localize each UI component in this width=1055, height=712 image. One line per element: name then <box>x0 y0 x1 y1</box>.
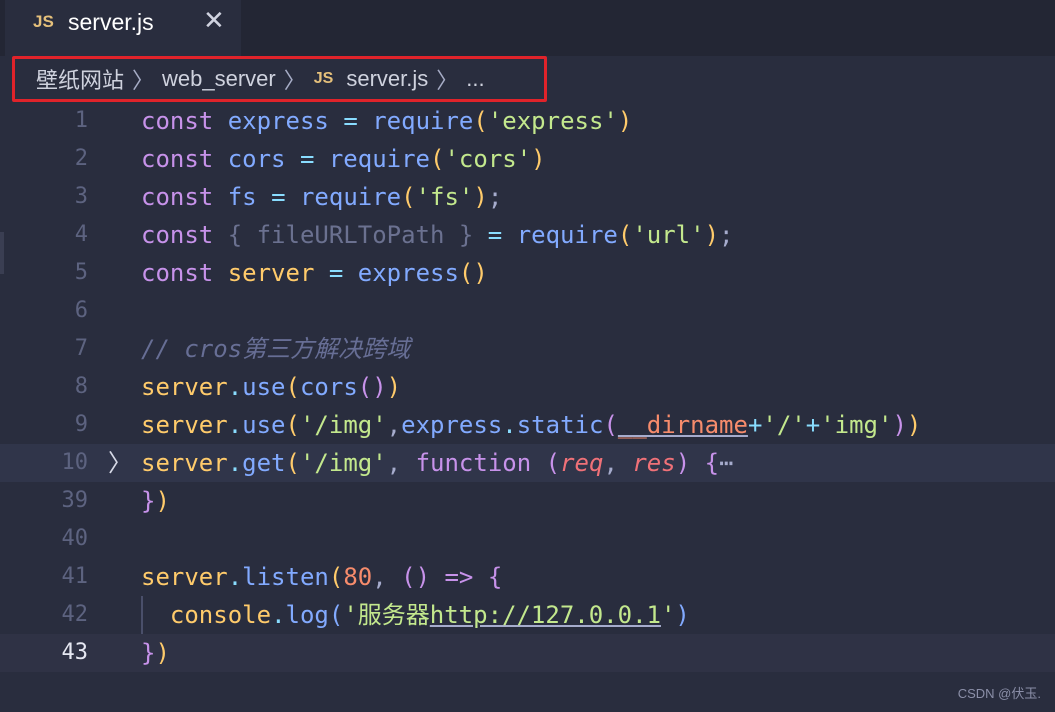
code-line[interactable]: 40 <box>0 520 1055 558</box>
line-number: 6 <box>74 298 88 323</box>
line-number: 39 <box>61 488 89 513</box>
code-line[interactable]: 1 const express = require('express') <box>0 102 1055 140</box>
code-text: }) <box>141 487 170 515</box>
breadcrumb-item-folder[interactable]: 壁纸网站 <box>36 63 124 95</box>
code-line[interactable]: 41 server.listen(80, () => { <box>0 558 1055 596</box>
code-line[interactable]: 6 <box>0 292 1055 330</box>
close-icon[interactable]: ✕ <box>203 6 225 36</box>
line-number: 43 <box>61 640 89 665</box>
tab-label: server.js <box>68 9 154 35</box>
code-line[interactable]: 3 const fs = require('fs'); <box>0 178 1055 216</box>
code-text: const express = require('express') <box>141 107 633 135</box>
line-number: 7 <box>74 336 88 361</box>
line-number: 3 <box>74 184 88 209</box>
code-line[interactable]: 8 server.use(cors()) <box>0 368 1055 406</box>
chevron-right-icon: 〉 <box>283 68 306 93</box>
code-text: const fs = require('fs'); <box>141 183 503 211</box>
chevron-right-icon: 〉 <box>132 68 155 93</box>
code-text: server.use(cors()) <box>141 373 402 401</box>
code-text: const cors = require('cors') <box>141 145 546 173</box>
breadcrumb-item-web-server[interactable]: web_server <box>162 66 276 92</box>
line-number: 40 <box>61 526 89 551</box>
line-number: 42 <box>61 602 89 627</box>
breadcrumb-item-file[interactable]: server.js <box>346 66 428 92</box>
line-number: 41 <box>61 564 89 589</box>
code-text: const { fileURLToPath } = require('url')… <box>141 221 734 249</box>
code-line-current[interactable]: 43}) <box>0 634 1055 672</box>
tab-bar: JS server.js ✕ <box>0 0 1055 56</box>
line-number: 10 <box>61 450 89 475</box>
code-text: console.log('服务器http://127.0.0.1') <box>169 601 690 629</box>
code-line[interactable]: 42 console.log('服务器http://127.0.0.1') <box>0 596 1055 634</box>
line-number: 2 <box>74 146 88 171</box>
code-text: const server = express() <box>141 259 488 287</box>
code-text: server.listen(80, () => { <box>141 563 503 591</box>
code-comment: // cros第三方解决跨域 <box>141 335 411 363</box>
chevron-right-icon[interactable]: 〉 <box>108 444 132 482</box>
js-file-icon: JS <box>313 70 334 87</box>
code-line[interactable]: 4 const { fileURLToPath } = require('url'… <box>0 216 1055 254</box>
code-line[interactable]: 5 const server = express() <box>0 254 1055 292</box>
breadcrumb-item-symbols[interactable]: ... <box>466 66 484 92</box>
watermark: CSDN @伏玉. <box>957 686 1041 701</box>
code-text: server.get('/img', function (req, res) {… <box>141 449 734 477</box>
code-text: }) <box>141 639 170 667</box>
code-line[interactable]: 2 const cors = require('cors') <box>0 140 1055 178</box>
breadcrumb: 壁纸网站 〉 web_server 〉 JS server.js 〉 ... <box>36 62 485 96</box>
tab-server-js[interactable]: JS server.js ✕ <box>5 0 241 56</box>
line-number: 1 <box>74 108 88 133</box>
line-number: 5 <box>74 260 88 285</box>
chevron-right-icon: 〉 <box>436 68 459 93</box>
code-line-folded[interactable]: 10 〉 server.get('/img', function (req, res… <box>0 444 1055 482</box>
line-number: 8 <box>74 374 88 399</box>
code-text: server.use('/img',express.static(__dirna… <box>141 411 922 439</box>
line-number: 4 <box>74 222 88 247</box>
code-line[interactable]: 39}) <box>0 482 1055 520</box>
code-line[interactable]: 9 server.use('/img',express.static(__dirn… <box>0 406 1055 444</box>
line-number: 9 <box>74 412 88 437</box>
code-editor[interactable]: 1 const express = require('express') 2 con… <box>0 102 1055 712</box>
js-file-icon: JS <box>33 12 54 31</box>
code-line[interactable]: 7 // cros第三方解决跨域 <box>0 330 1055 368</box>
